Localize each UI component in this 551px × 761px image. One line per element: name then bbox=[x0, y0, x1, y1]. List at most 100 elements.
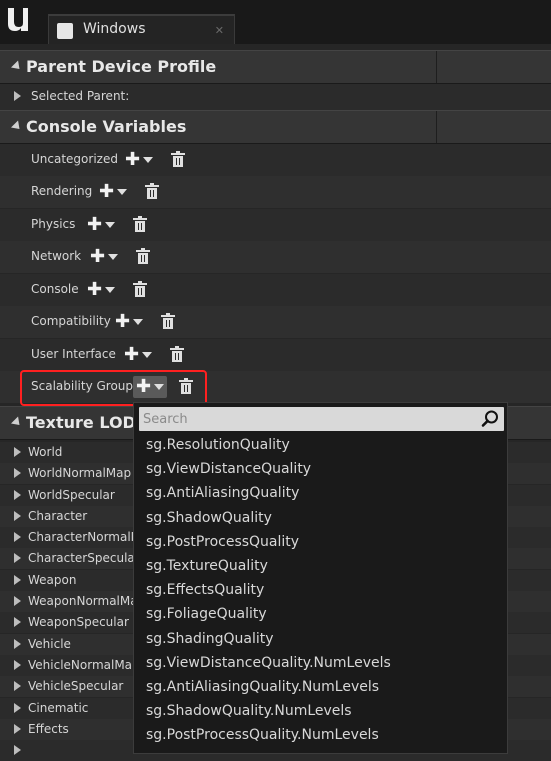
expand-arrow-icon[interactable] bbox=[14, 91, 21, 101]
expand-arrow-icon[interactable] bbox=[14, 596, 21, 606]
plus-icon: ✚ bbox=[125, 149, 141, 170]
search-input[interactable] bbox=[143, 409, 473, 429]
lod-group-label: WeaponSpecular bbox=[28, 615, 129, 629]
expand-arrow-icon[interactable] bbox=[14, 447, 21, 457]
collapse-arrow-icon[interactable] bbox=[10, 416, 24, 429]
trash-icon[interactable] bbox=[171, 151, 186, 167]
lod-group-label: Character bbox=[28, 509, 88, 523]
add-cvar-button[interactable]: ✚ bbox=[87, 246, 121, 268]
lod-group-label: World bbox=[28, 445, 63, 459]
cvar-category-row: Physics ✚ bbox=[0, 209, 551, 241]
dropdown-item[interactable]: sg.PostProcessQuality bbox=[134, 530, 507, 554]
chevron-down-icon bbox=[133, 319, 144, 325]
expand-arrow-icon[interactable] bbox=[14, 703, 21, 713]
title-bar: Windows ✕ bbox=[0, 0, 551, 44]
lod-group-label: VehicleNormalMap bbox=[28, 658, 140, 672]
plus-icon: ✚ bbox=[90, 246, 106, 267]
trash-icon[interactable] bbox=[145, 183, 160, 199]
cvar-category-label: Rendering bbox=[31, 184, 93, 198]
cvar-category-label: User Interface bbox=[31, 347, 116, 361]
cvar-category-label: Uncategorized bbox=[31, 152, 118, 166]
dropdown-item[interactable]: sg.ShadingQuality bbox=[134, 627, 507, 651]
expand-arrow-icon[interactable] bbox=[14, 617, 21, 627]
dropdown-item[interactable]: sg.AntiAliasingQuality bbox=[134, 481, 507, 505]
cvar-dropdown-menu: sg.ResolutionQuality sg.ViewDistanceQual… bbox=[133, 402, 508, 754]
cvar-category-label: Console bbox=[31, 282, 79, 296]
cvar-category-row: Uncategorized ✚ bbox=[0, 144, 551, 176]
plus-icon: ✚ bbox=[87, 214, 103, 235]
plus-icon: ✚ bbox=[99, 181, 115, 202]
search-box bbox=[139, 407, 504, 431]
dropdown-item[interactable]: sg.ResolutionQuality bbox=[134, 433, 507, 457]
chevron-down-icon bbox=[143, 157, 154, 163]
lod-group-label: CharacterSpecular bbox=[28, 551, 140, 565]
expand-arrow-icon[interactable] bbox=[14, 575, 21, 585]
category-console-variables[interactable]: Console Variables bbox=[0, 110, 551, 144]
expand-arrow-icon[interactable] bbox=[14, 660, 21, 670]
add-cvar-button[interactable]: ✚ bbox=[121, 344, 155, 366]
selection-highlight bbox=[20, 370, 207, 406]
cvar-category-row: Network ✚ bbox=[0, 241, 551, 273]
chevron-down-icon bbox=[105, 287, 116, 293]
expand-arrow-icon[interactable] bbox=[14, 724, 21, 734]
category-title: Parent Device Profile bbox=[26, 57, 217, 76]
add-cvar-button[interactable]: ✚ bbox=[122, 149, 156, 171]
cvar-category-row: Rendering ✚ bbox=[0, 176, 551, 208]
collapse-arrow-icon[interactable] bbox=[10, 60, 24, 73]
close-icon[interactable]: ✕ bbox=[215, 24, 224, 37]
tab-label: Windows bbox=[83, 21, 146, 37]
expand-arrow-icon[interactable] bbox=[14, 553, 21, 563]
category-title: Console Variables bbox=[26, 117, 187, 136]
plus-icon: ✚ bbox=[87, 279, 103, 300]
trash-icon[interactable] bbox=[136, 248, 151, 264]
tab-windows[interactable]: Windows ✕ bbox=[48, 14, 235, 44]
add-cvar-button[interactable]: ✚ bbox=[112, 311, 146, 333]
chevron-down-icon bbox=[117, 189, 128, 195]
dropdown-item[interactable]: sg.ViewDistanceQuality.NumLevels bbox=[134, 651, 507, 675]
trash-icon[interactable] bbox=[161, 313, 176, 329]
lod-group-label: WorldSpecular bbox=[28, 488, 115, 502]
unreal-engine-logo-icon bbox=[8, 8, 28, 31]
dropdown-item[interactable]: sg.TextureQuality bbox=[134, 554, 507, 578]
cvar-category-label: Physics bbox=[31, 217, 76, 231]
trash-icon[interactable] bbox=[170, 346, 185, 362]
chevron-down-icon bbox=[142, 352, 153, 358]
expand-arrow-icon[interactable] bbox=[14, 532, 21, 542]
plus-icon: ✚ bbox=[115, 311, 131, 332]
selected-parent-row[interactable]: Selected Parent: bbox=[0, 84, 551, 110]
expand-arrow-icon[interactable] bbox=[14, 511, 21, 521]
dropdown-item[interactable]: sg.ShadowQuality bbox=[134, 506, 507, 530]
trash-icon[interactable] bbox=[133, 281, 148, 297]
dropdown-item[interactable]: sg.ViewDistanceQuality bbox=[134, 457, 507, 481]
add-cvar-button[interactable]: ✚ bbox=[84, 279, 118, 301]
category-parent-device-profile[interactable]: Parent Device Profile bbox=[0, 50, 551, 84]
chevron-down-icon bbox=[108, 254, 119, 260]
lod-group-label: Effects bbox=[28, 722, 69, 736]
selected-parent-label: Selected Parent: bbox=[31, 89, 130, 103]
expand-arrow-icon[interactable] bbox=[14, 490, 21, 500]
expand-arrow-icon[interactable] bbox=[14, 468, 21, 478]
dropdown-list: sg.ResolutionQuality sg.ViewDistanceQual… bbox=[134, 433, 507, 747]
add-cvar-button[interactable]: ✚ bbox=[96, 181, 130, 203]
lod-group-label: VehicleSpecular bbox=[28, 679, 124, 693]
expand-arrow-icon[interactable] bbox=[14, 681, 21, 691]
lod-group-label: WorldNormalMap bbox=[28, 466, 132, 480]
collapse-arrow-icon[interactable] bbox=[10, 120, 24, 133]
dropdown-item[interactable]: sg.EffectsQuality bbox=[134, 578, 507, 602]
cvar-category-label: Compatibility bbox=[31, 314, 111, 328]
lod-group-label: WeaponNormalMa bbox=[28, 594, 138, 608]
cvar-category-label: Network bbox=[31, 249, 82, 263]
lod-group-label: Vehicle bbox=[28, 637, 71, 651]
cvar-category-row: User Interface ✚ bbox=[0, 339, 551, 371]
dropdown-item[interactable]: sg.FoliageQuality bbox=[134, 602, 507, 626]
cvar-category-row: Compatibility ✚ bbox=[0, 306, 551, 338]
add-cvar-button[interactable]: ✚ bbox=[84, 214, 118, 236]
lod-group-label: Weapon bbox=[28, 573, 77, 587]
device-profile-icon bbox=[57, 23, 73, 39]
dropdown-item[interactable]: sg.AntiAliasingQuality.NumLevels bbox=[134, 675, 507, 699]
trash-icon[interactable] bbox=[133, 216, 148, 232]
dropdown-item[interactable]: sg.PostProcessQuality.NumLevels bbox=[134, 723, 507, 747]
expand-arrow-icon[interactable] bbox=[14, 639, 21, 649]
search-icon[interactable] bbox=[481, 410, 499, 428]
dropdown-item[interactable]: sg.ShadowQuality.NumLevels bbox=[134, 699, 507, 723]
